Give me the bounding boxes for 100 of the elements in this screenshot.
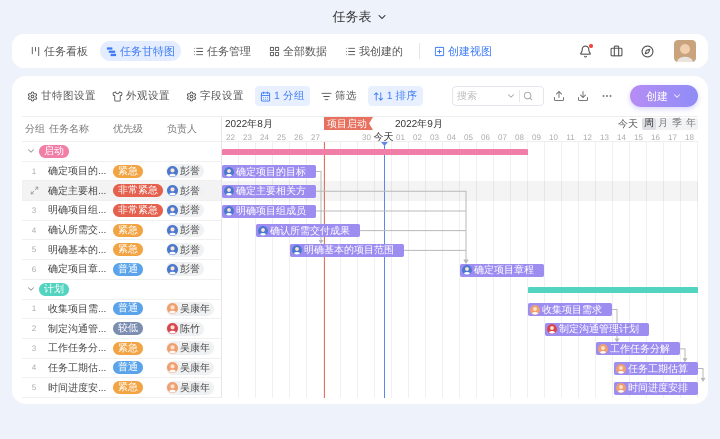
assignee-name: 吴康年 xyxy=(180,382,210,395)
row-number: 3 xyxy=(30,206,38,215)
toolbar-button[interactable]: 筛选 xyxy=(316,86,362,106)
calendar-icon xyxy=(260,90,271,102)
scale-option[interactable]: 周 xyxy=(642,118,656,130)
dependency-arrow xyxy=(680,348,688,362)
avatar-icon xyxy=(616,364,626,374)
table-row[interactable]: 确定主要相... 非常紧急 彭誉 xyxy=(22,181,221,202)
assignee-name: 陈竹 xyxy=(180,322,200,336)
today-button[interactable]: 今天 xyxy=(618,117,638,131)
priority-tag: 紧急 xyxy=(113,381,143,394)
row-number: 5 xyxy=(30,383,38,392)
month-label: 2022年8月 xyxy=(224,118,274,131)
day-label: 15 xyxy=(633,132,644,144)
expand-icon[interactable] xyxy=(30,186,38,196)
task-bar-label: 工作任务分解 xyxy=(610,342,670,356)
toolbar-button[interactable]: 外观设置 xyxy=(107,86,175,106)
kanban-icon xyxy=(30,46,41,56)
upload-icon[interactable] xyxy=(553,90,565,102)
task-bar-label: 确定项目的目标 xyxy=(236,166,306,179)
priority-tag: 普通 xyxy=(113,302,143,316)
assignee-name: 彭誉 xyxy=(180,204,200,218)
day-label: 14 xyxy=(616,132,627,144)
day-label: 24 xyxy=(259,132,270,144)
priority-tag: 普通 xyxy=(113,262,143,276)
bell-icon[interactable] xyxy=(579,44,592,58)
table-row[interactable]: 5 时间进度安... 紧急 吴康年 xyxy=(22,378,221,398)
table-row[interactable]: 2 制定沟通管... 较低 陈竹 xyxy=(22,319,221,339)
view-tab[interactable]: 全部数据 xyxy=(263,41,333,61)
table-row[interactable]: 4 任务工期估... 普通 吴康年 xyxy=(22,358,221,378)
column-header: 任务名称 xyxy=(48,123,90,136)
toolbar-button[interactable]: 甘特图设置 xyxy=(22,86,101,106)
table-row[interactable]: 3 工作任务分... 紧急 吴康年 xyxy=(22,338,221,359)
assignee-name: 彭誉 xyxy=(180,224,200,238)
task-name: 任务工期估... xyxy=(47,362,108,375)
avatar-icon xyxy=(462,265,472,276)
task-name: 收集项目需... xyxy=(47,302,108,316)
row-number: 1 xyxy=(30,304,38,314)
row-number: 4 xyxy=(30,226,38,235)
task-bar-label: 收集项目需求 xyxy=(542,304,602,316)
row-number: 3 xyxy=(30,344,38,353)
group-tag: 启动 xyxy=(39,144,69,158)
today-marker xyxy=(380,142,388,146)
sort-icon xyxy=(372,90,384,102)
assignee-name: 吴康年 xyxy=(180,302,210,316)
briefcase-icon[interactable] xyxy=(610,44,623,58)
view-tab[interactable]: 我创建的 xyxy=(339,41,409,61)
priority-tag: 非常紧急 xyxy=(113,204,163,217)
download-icon[interactable] xyxy=(577,90,589,102)
day-label: 11 xyxy=(565,132,576,144)
priority-tag: 紧急 xyxy=(113,342,143,355)
task-bar-label: 确认所需交付成果 xyxy=(270,224,350,238)
table-row[interactable]: 4 确认所需交... 紧急 彭誉 xyxy=(22,220,221,240)
task-name: 明确基本的... xyxy=(47,244,108,257)
task-bar-label: 任务工期估算 xyxy=(628,362,688,376)
avatar-icon xyxy=(530,304,540,314)
day-label: 30 xyxy=(361,132,372,144)
view-tab[interactable]: 任务看板 xyxy=(24,41,94,61)
toolbar-button[interactable]: 字段设置 xyxy=(181,86,249,106)
month-label: 2022年9月 xyxy=(394,118,444,131)
search-box[interactable]: 搜索 xyxy=(452,86,544,106)
plus-icon xyxy=(434,46,445,56)
scale-option[interactable]: 年 xyxy=(684,118,698,130)
row-number: 4 xyxy=(30,363,38,372)
column-header: 优先级 xyxy=(112,122,144,136)
group-tag: 计划 xyxy=(39,282,69,296)
day-label: 06 xyxy=(480,132,491,144)
row-number: 1 xyxy=(30,166,38,176)
list-icon xyxy=(193,46,204,56)
task-bar-label: 制定沟通管理计划 xyxy=(559,322,639,336)
avatar-icon xyxy=(292,245,302,256)
priority-tag: 紧急 xyxy=(113,243,143,256)
compass-icon[interactable] xyxy=(641,44,654,58)
assignee-name: 吴康年 xyxy=(180,362,210,375)
avatar-icon xyxy=(224,166,234,177)
row-number: 2 xyxy=(30,324,38,334)
column-header: 负责人 xyxy=(166,122,198,136)
table-row[interactable]: 5 明确基本的... 紧急 彭誉 xyxy=(22,240,221,260)
view-tab[interactable]: 任务管理 xyxy=(187,41,257,61)
table-row[interactable]: 6 确定项目章... 普通 彭誉 xyxy=(22,260,221,280)
avatar-icon xyxy=(258,226,268,236)
table-title[interactable]: 任务表 xyxy=(332,8,372,26)
task-name: 确定主要相... xyxy=(47,184,108,198)
day-label: 17 xyxy=(667,132,678,144)
scale-option[interactable]: 月 xyxy=(656,118,670,130)
day-label: 02 xyxy=(412,132,423,144)
create-view-button[interactable]: 创建视图 xyxy=(430,41,496,61)
assignee-name: 彭誉 xyxy=(180,164,200,178)
list-icon xyxy=(345,46,356,56)
day-label: 16 xyxy=(650,132,661,144)
row-number: 6 xyxy=(30,264,38,274)
table-row[interactable]: 1 收集项目需... 普通 吴康年 xyxy=(22,300,221,320)
column-header: 分组 xyxy=(24,123,46,136)
day-label: 08 xyxy=(514,132,525,144)
search-icon xyxy=(523,91,533,101)
table-row[interactable]: 3 明确项目组... 非常紧急 彭誉 xyxy=(22,201,221,221)
priority-tag: 较低 xyxy=(113,322,143,336)
milestone-flag: 项目启动 xyxy=(324,117,373,130)
scale-option[interactable]: 季 xyxy=(670,118,684,130)
day-label: 12 xyxy=(582,132,593,144)
